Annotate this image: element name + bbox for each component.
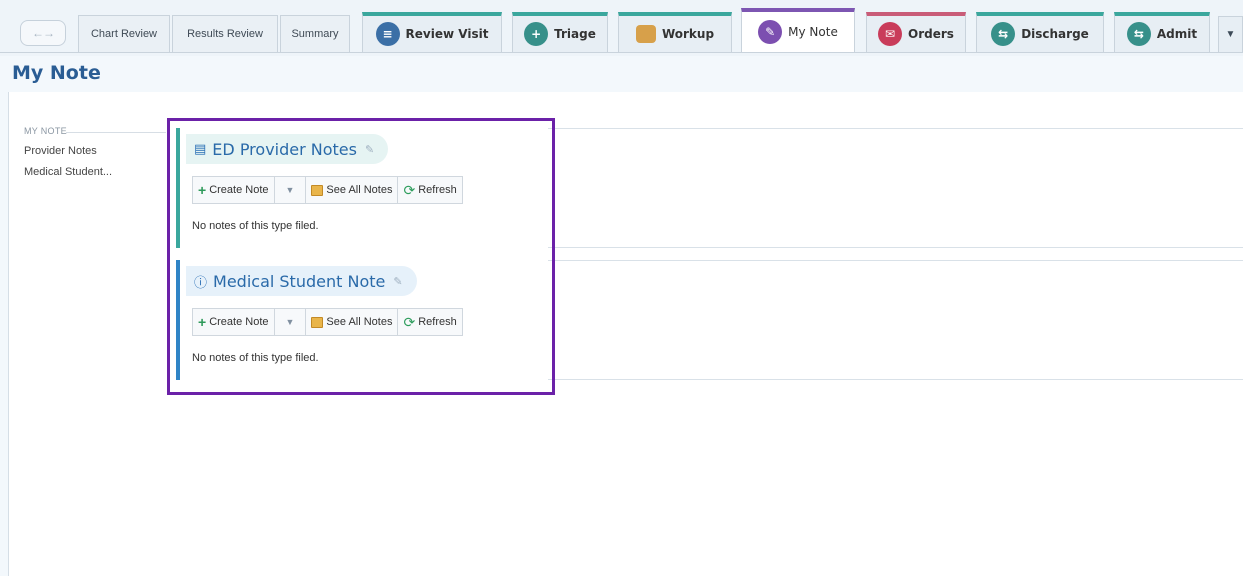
nav-link-medical-student[interactable]: Medical Student... <box>24 166 164 178</box>
notes-icon <box>311 316 324 328</box>
more-tabs-button[interactable]: ▼ <box>1218 16 1243 52</box>
back-forward-icon: ←→ <box>32 26 55 40</box>
tab-label: Orders <box>908 27 954 41</box>
tab-discharge[interactable]: ⇆ Discharge <box>976 12 1104 52</box>
tab-label: Admit <box>1156 27 1198 41</box>
create-note-dropdown[interactable]: ▼ <box>275 309 307 335</box>
create-note-label: Create Note <box>209 316 269 328</box>
refresh-button[interactable]: ⟳ Refresh <box>398 309 461 335</box>
empty-state-text: No notes of this type filed. <box>192 220 319 232</box>
chevron-down-icon: ▼ <box>1225 29 1236 40</box>
tab-label: My Note <box>788 25 838 39</box>
triage-icon: + <box>524 22 549 46</box>
tab-label: Chart Review <box>90 28 158 40</box>
plus-icon: + <box>198 182 207 198</box>
tab-bar-divider <box>0 52 1243 53</box>
note-toolbar: + Create Note ▼ See All Notes ⟳ Refresh <box>192 308 463 336</box>
tab-label: Review Visit <box>405 27 489 41</box>
note-icon: ▤ <box>194 141 207 156</box>
refresh-label: Refresh <box>418 316 457 328</box>
card-header: ⓘ Medical Student Note ✎ <box>186 266 417 296</box>
orders-icon: ✉ <box>878 22 903 46</box>
card-title: Medical Student Note <box>213 271 386 291</box>
tab-chart-review[interactable]: Chart Review <box>78 15 170 52</box>
tab-label: Discharge <box>1021 27 1089 41</box>
back-forward-arrows[interactable]: ←→ <box>20 20 66 46</box>
page-title: My Note <box>12 62 101 84</box>
tab-results-review[interactable]: Results Review <box>172 15 278 52</box>
pencil-icon[interactable]: ✎ <box>393 275 402 288</box>
tab-label: Results Review <box>187 28 263 40</box>
medical-student-note-card: ⓘ Medical Student Note ✎ + Create Note ▼… <box>176 260 548 380</box>
tab-label: Triage <box>554 27 596 41</box>
chevron-down-icon: ▼ <box>285 185 295 195</box>
tab-review-visit[interactable]: ≡ Review Visit <box>362 12 502 52</box>
tab-workup[interactable]: Workup <box>618 12 732 52</box>
refresh-button[interactable]: ⟳ Refresh <box>398 177 461 203</box>
create-note-button[interactable]: + Create Note <box>193 177 275 203</box>
tab-label: Summary <box>291 28 339 40</box>
tab-summary[interactable]: Summary <box>280 15 350 52</box>
card-title: ED Provider Notes <box>212 139 357 159</box>
chevron-down-icon: ▼ <box>285 317 295 327</box>
note-toolbar: + Create Note ▼ See All Notes ⟳ Refresh <box>192 176 463 204</box>
discharge-icon: ⇆ <box>991 22 1016 46</box>
review-visit-icon: ≡ <box>375 22 400 46</box>
card-header: ▤ ED Provider Notes ✎ <box>186 134 389 164</box>
nav-link-provider-notes[interactable]: Provider Notes <box>24 145 164 157</box>
info-icon: ⓘ <box>194 274 208 290</box>
refresh-icon: ⟳ <box>403 313 416 330</box>
refresh-label: Refresh <box>418 184 457 196</box>
plus-icon: + <box>198 314 207 330</box>
activity-tab-bar: ←→ Chart Review Results Review Summary ≡… <box>0 0 1243 56</box>
notes-icon <box>311 184 324 196</box>
left-nav-section-label: MY NOTE <box>24 126 166 136</box>
tab-label: Workup <box>661 27 715 41</box>
create-note-dropdown[interactable]: ▼ <box>275 177 307 203</box>
my-note-icon: ✎ <box>758 20 783 44</box>
ed-provider-notes-card: ▤ ED Provider Notes ✎ + Create Note ▼ Se… <box>176 128 548 248</box>
see-all-notes-button[interactable]: See All Notes <box>306 177 399 203</box>
refresh-icon: ⟳ <box>403 181 416 198</box>
create-note-label: Create Note <box>209 184 269 196</box>
see-all-notes-label: See All Notes <box>326 316 393 328</box>
tab-my-note[interactable]: ✎ My Note <box>741 8 855 52</box>
empty-state-text: No notes of this type filed. <box>192 352 319 364</box>
create-note-button[interactable]: + Create Note <box>193 309 275 335</box>
left-nav: MY NOTE Provider Notes Medical Student..… <box>24 126 166 178</box>
pencil-icon[interactable]: ✎ <box>365 143 374 156</box>
see-all-notes-button[interactable]: See All Notes <box>306 309 399 335</box>
tab-admit[interactable]: ⇆ Admit <box>1114 12 1210 52</box>
tab-orders[interactable]: ✉ Orders <box>866 12 966 52</box>
admit-icon: ⇆ <box>1126 22 1151 46</box>
see-all-notes-label: See All Notes <box>326 184 393 196</box>
workup-icon <box>635 25 656 43</box>
tab-triage[interactable]: + Triage <box>512 12 608 52</box>
